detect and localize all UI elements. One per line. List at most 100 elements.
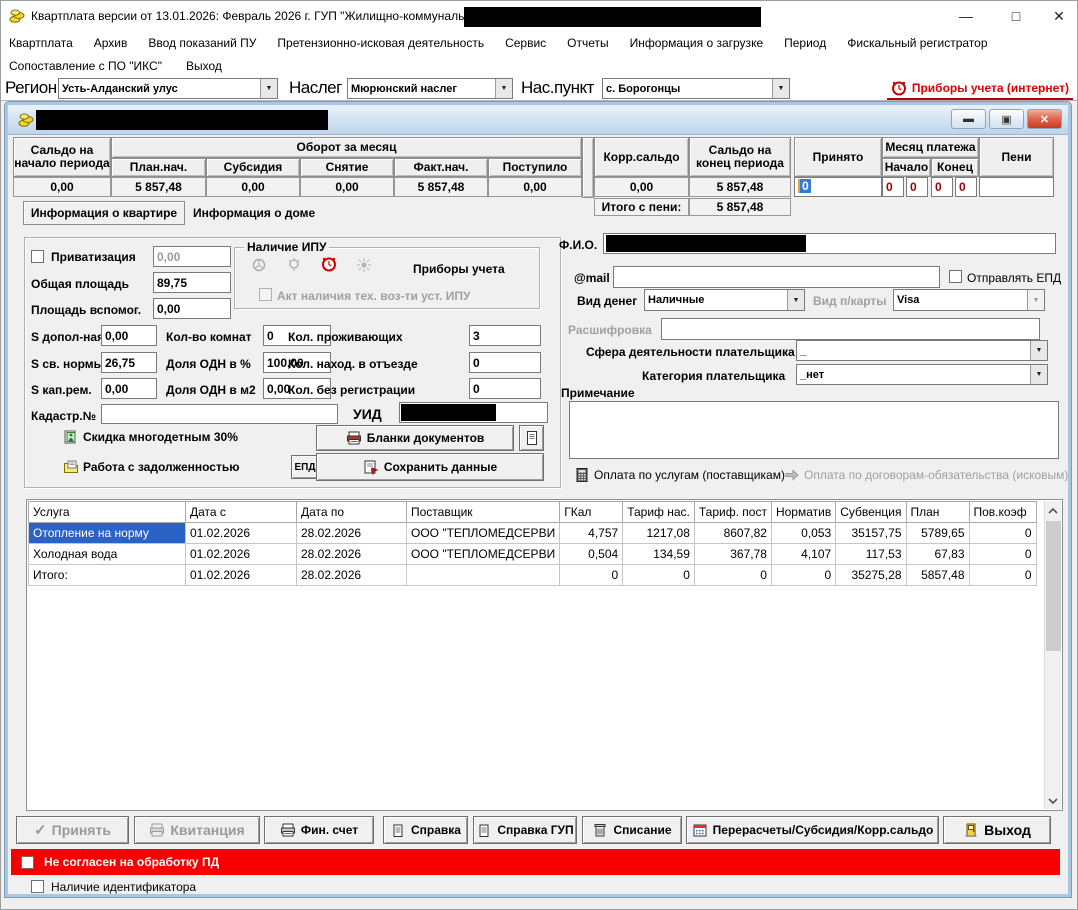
uid-input[interactable] bbox=[399, 402, 548, 423]
fin-account-button[interactable]: Фин. счет bbox=[264, 816, 374, 844]
away-input[interactable] bbox=[469, 352, 541, 373]
grid-cell[interactable]: 28.02.2026 bbox=[297, 565, 407, 586]
accept-button[interactable]: ✓ Принять bbox=[16, 816, 129, 844]
total-area-input[interactable] bbox=[153, 272, 231, 293]
category-select[interactable]: _нет▼ bbox=[796, 364, 1048, 385]
debt-work-link[interactable]: Работа с задолженностью bbox=[63, 459, 239, 475]
document-blanks-button[interactable]: Бланки документов bbox=[316, 425, 514, 451]
grid-cell[interactable]: Итого: bbox=[29, 565, 186, 586]
grid-cell[interactable]: 0,053 bbox=[771, 523, 835, 544]
month-end-1-input[interactable] bbox=[931, 177, 953, 197]
month-start-2-input[interactable] bbox=[906, 177, 928, 197]
chevron-down-icon[interactable]: ▼ bbox=[495, 79, 512, 98]
grid-cell[interactable]: 35157,75 bbox=[836, 523, 906, 544]
note-textarea[interactable] bbox=[569, 401, 1059, 459]
settlement-select[interactable]: с. Борогонцы▼ bbox=[602, 78, 790, 99]
grid-cell[interactable]: 0 bbox=[969, 523, 1036, 544]
menu-otchety[interactable]: Отчеты bbox=[567, 36, 608, 50]
grid-cell[interactable]: 4,757 bbox=[560, 523, 623, 544]
grid-cell[interactable]: 367,78 bbox=[694, 544, 771, 565]
send-epd-checkbox[interactable] bbox=[949, 270, 962, 283]
grid-cell[interactable]: 0 bbox=[969, 565, 1036, 586]
menu-period[interactable]: Период bbox=[784, 36, 826, 50]
region-select[interactable]: Усть-Алданский улус▼ bbox=[58, 78, 278, 99]
menu-info-zagruzka[interactable]: Информация о загрузке bbox=[630, 36, 763, 50]
grid-cell[interactable]: 35275,28 bbox=[836, 565, 906, 586]
chevron-down-icon[interactable]: ▼ bbox=[772, 79, 789, 98]
menu-fiscal[interactable]: Фискальный регистратор bbox=[847, 36, 987, 50]
menu-sopostavlenie[interactable]: Сопоставление с ПО "ИКС" bbox=[9, 59, 162, 73]
grid-cell[interactable]: Отопление на норму bbox=[29, 523, 186, 544]
grid-row-cold-water[interactable]: Холодная вода 01.02.2026 28.02.2026 ООО … bbox=[29, 544, 1037, 565]
minimize-button[interactable]: — bbox=[946, 1, 986, 31]
month-start-1-input[interactable] bbox=[882, 177, 904, 197]
accepted-input[interactable]: 0 bbox=[794, 177, 882, 197]
discount-link[interactable]: Скидка многодетным 30% bbox=[63, 429, 238, 445]
maximize-button[interactable]: □ bbox=[996, 1, 1036, 31]
s-dop-input[interactable] bbox=[101, 325, 157, 346]
grid-cell[interactable]: 01.02.2026 bbox=[186, 544, 297, 565]
nasleg-select[interactable]: Мюрюнский наслег▼ bbox=[347, 78, 513, 99]
writeoff-button[interactable]: Списание bbox=[582, 816, 682, 844]
decode-input[interactable] bbox=[661, 318, 1040, 340]
living-input[interactable] bbox=[469, 325, 541, 346]
save-data-button[interactable]: Сохранить данные bbox=[316, 453, 544, 481]
grid-cell[interactable]: 0 bbox=[969, 544, 1036, 565]
menu-servis[interactable]: Сервис bbox=[505, 36, 546, 50]
menu-kvartplata[interactable]: Квартплата bbox=[9, 36, 73, 50]
chevron-down-icon[interactable]: ▼ bbox=[787, 290, 804, 310]
grid-cell[interactable]: 5857,48 bbox=[906, 565, 969, 586]
chevron-down-icon[interactable]: ▼ bbox=[1030, 341, 1047, 360]
grid-cell[interactable]: 01.02.2026 bbox=[186, 523, 297, 544]
meters-internet-button[interactable]: Приборы учета (интернет) bbox=[887, 78, 1073, 100]
grid-row-total[interactable]: Итого: 01.02.2026 28.02.2026 0 0 0 0 352… bbox=[29, 565, 1037, 586]
grid-cell[interactable]: 0,504 bbox=[560, 544, 623, 565]
grid-row-heating[interactable]: Отопление на норму 01.02.2026 28.02.2026… bbox=[29, 523, 1037, 544]
tab-apartment-info[interactable]: Информация о квартире bbox=[23, 201, 185, 225]
month-end-2-input[interactable] bbox=[955, 177, 977, 197]
sphere-select[interactable]: _▼ bbox=[796, 340, 1048, 361]
peni-input[interactable] bbox=[979, 177, 1054, 197]
cadastre-input[interactable] bbox=[101, 404, 338, 424]
grid-cell[interactable]: 1217,08 bbox=[623, 523, 695, 544]
grid-cell[interactable]: 134,59 bbox=[623, 544, 695, 565]
grid-cell[interactable]: 01.02.2026 bbox=[186, 565, 297, 586]
grid-cell[interactable]: ООО "ТЕПЛОМЕДСЕРВИ bbox=[407, 544, 560, 565]
menu-pretenzionno[interactable]: Претензионно-исковая деятельность bbox=[277, 36, 484, 50]
epd-button[interactable]: ЕПД bbox=[291, 455, 319, 479]
unregistered-input[interactable] bbox=[469, 378, 541, 399]
grid-cell[interactable]: 28.02.2026 bbox=[297, 523, 407, 544]
child-minimize-button[interactable]: ▬ bbox=[951, 109, 986, 129]
scroll-down-icon[interactable] bbox=[1047, 794, 1059, 806]
privatization-checkbox[interactable] bbox=[31, 250, 44, 263]
grid-cell[interactable]: 0 bbox=[560, 565, 623, 586]
tab-house-info[interactable]: Информация о доме bbox=[193, 206, 315, 220]
menu-vvod-pokazaniy[interactable]: Ввод показаний ПУ bbox=[148, 36, 256, 50]
scroll-up-icon[interactable] bbox=[1047, 504, 1059, 516]
s-norm-input[interactable] bbox=[101, 352, 157, 373]
money-type-select[interactable]: Наличные▼ bbox=[644, 289, 805, 311]
pay-services-link[interactable]: Оплата по услугам (поставщикам) bbox=[574, 467, 785, 483]
grid-cell[interactable]: Холодная вода bbox=[29, 544, 186, 565]
account-window-titlebar[interactable]: ▬ ▣ ✕ bbox=[8, 105, 1068, 135]
identifier-checkbox[interactable] bbox=[31, 880, 44, 893]
s-kap-input[interactable] bbox=[101, 378, 157, 399]
chevron-down-icon[interactable]: ▼ bbox=[260, 79, 277, 98]
privatization-input[interactable] bbox=[153, 246, 231, 267]
aux-area-input[interactable] bbox=[153, 298, 231, 319]
close-button[interactable]: ✕ bbox=[1039, 1, 1078, 31]
grid-cell[interactable]: 28.02.2026 bbox=[297, 544, 407, 565]
receipt-button[interactable]: Квитанция bbox=[134, 816, 260, 844]
act-checkbox[interactable] bbox=[259, 288, 272, 301]
grid-cell[interactable]: 117,53 bbox=[836, 544, 906, 565]
pd-consent-checkbox[interactable] bbox=[21, 856, 34, 869]
menu-vyhod[interactable]: Выход bbox=[186, 59, 222, 73]
email-input[interactable] bbox=[613, 266, 940, 288]
grid-cell[interactable]: 8607,82 bbox=[694, 523, 771, 544]
document-small-button[interactable] bbox=[519, 425, 544, 451]
exit-button[interactable]: Выход bbox=[943, 816, 1051, 844]
grid-cell[interactable]: 0 bbox=[771, 565, 835, 586]
grid-cell[interactable]: 0 bbox=[694, 565, 771, 586]
fio-input[interactable] bbox=[603, 233, 1056, 254]
grid-cell[interactable]: ООО "ТЕПЛОМЕДСЕРВИ bbox=[407, 523, 560, 544]
